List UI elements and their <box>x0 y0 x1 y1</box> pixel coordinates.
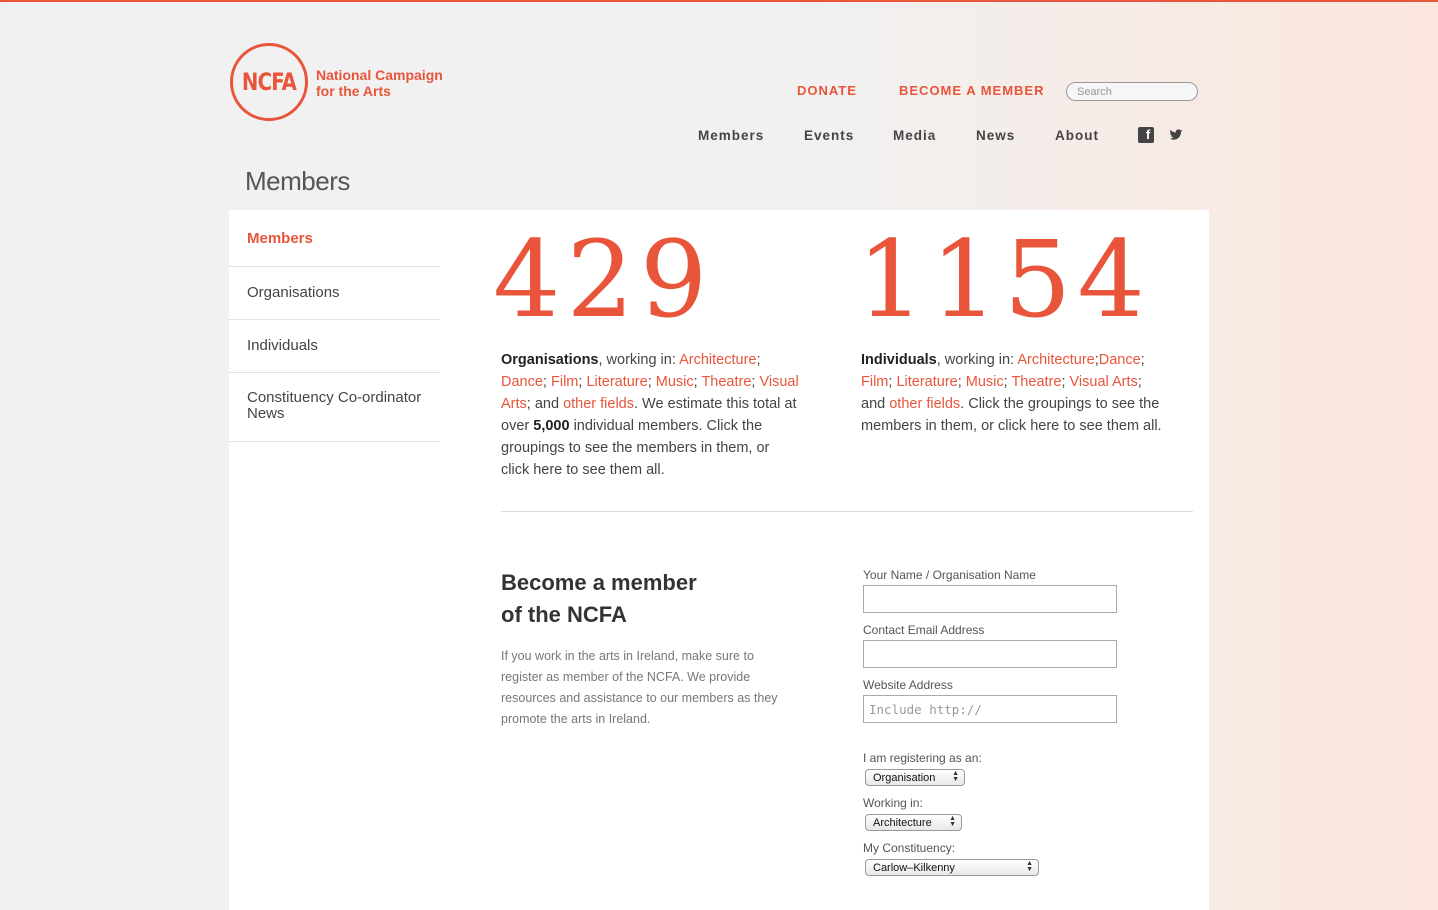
org-field-music[interactable]: Music <box>656 374 694 390</box>
email-field[interactable] <box>863 640 1117 668</box>
organisations-summary: Organisations, working in: Architecture;… <box>501 352 799 478</box>
select-arrows-icon: ▲ ▼ <box>1026 860 1033 873</box>
nav-members[interactable]: Members <box>698 128 764 143</box>
sidebar-item-individuals[interactable]: Individuals <box>229 320 440 373</box>
ind-other-fields[interactable]: other fields <box>889 396 960 412</box>
donate-link[interactable]: DONATE <box>797 83 857 98</box>
ind-field-film[interactable]: Film <box>861 374 888 390</box>
brand-name[interactable]: National Campaign for the Arts <box>316 67 476 99</box>
sidebar: Members Organisations Individuals Consti… <box>229 210 440 442</box>
individuals-label: Individuals <box>861 352 937 368</box>
sidebar-item-constituency-news[interactable]: Constituency Co-ordinator News <box>229 373 440 442</box>
working-in-select[interactable]: Architecture ▲ ▼ <box>865 814 962 831</box>
website-field[interactable] <box>863 695 1117 723</box>
ind-field-music[interactable]: Music <box>966 374 1004 390</box>
page-title: Members <box>245 166 350 196</box>
brand-name-line1: National Campaign <box>316 67 443 83</box>
name-field[interactable] <box>863 585 1117 613</box>
constituency-select[interactable]: Carlow–Kilkenny ▲ ▼ <box>865 859 1039 876</box>
organisations-count: 429 <box>493 218 714 341</box>
working-in-text: , working in: <box>936 352 1018 368</box>
ind-field-dance[interactable]: Dance <box>1099 352 1141 368</box>
ind-field-theatre[interactable]: Theatre <box>1011 374 1061 390</box>
org-field-theatre[interactable]: Theatre <box>701 374 751 390</box>
sidebar-item-members[interactable]: Members <box>229 210 440 267</box>
content-panel: Members Organisations Individuals Consti… <box>229 210 1209 910</box>
become-member-heading: Become a member of the NCFA <box>501 567 761 631</box>
sidebar-item-organisations[interactable]: Organisations <box>229 267 440 320</box>
select-arrows-icon: ▲ ▼ <box>952 770 959 783</box>
ind-field-literature[interactable]: Literature <box>896 374 957 390</box>
org-field-architecture[interactable]: Architecture <box>679 352 756 368</box>
section-divider <box>501 511 1193 512</box>
website-label: Website Address <box>863 678 953 692</box>
search-input[interactable] <box>1066 82 1198 101</box>
working-in-value: Architecture <box>873 816 932 829</box>
nav-events[interactable]: Events <box>804 128 854 143</box>
working-in-label: Working in: <box>863 796 923 810</box>
individuals-summary: Individuals, working in: Architecture;Da… <box>861 352 1162 434</box>
working-in-text: , working in: <box>598 352 680 368</box>
ind-field-architecture[interactable]: Architecture <box>1017 352 1094 368</box>
org-field-literature[interactable]: Literature <box>586 374 647 390</box>
nav-media[interactable]: Media <box>893 128 936 143</box>
email-label: Contact Email Address <box>863 623 985 637</box>
twitter-icon[interactable] <box>1168 127 1184 143</box>
ncfa-logo[interactable]: NCFA <box>230 43 308 121</box>
select-arrows-icon: ▲ ▼ <box>949 815 956 828</box>
nav-news[interactable]: News <box>976 128 1015 143</box>
logo-mark: NCFA <box>241 68 297 96</box>
constituency-label: My Constituency: <box>863 841 956 855</box>
name-label: Your Name / Organisation Name <box>863 568 1036 582</box>
org-other-fields[interactable]: other fields <box>563 396 634 412</box>
registering-value: Organisation <box>873 771 936 784</box>
brand-name-line2: for the Arts <box>316 83 391 99</box>
become-member-heading-line1: Become a member <box>501 570 697 595</box>
become-member-heading-line2: of the NCFA <box>501 602 627 627</box>
estimate-number: 5,000 <box>533 418 570 434</box>
nav-about[interactable]: About <box>1055 128 1099 143</box>
org-field-dance[interactable]: Dance <box>501 374 543 390</box>
become-member-description: If you work in the arts in Ireland, make… <box>501 649 778 726</box>
individuals-count: 1154 <box>857 218 1151 341</box>
facebook-icon[interactable]: f <box>1138 127 1154 143</box>
constituency-value: Carlow–Kilkenny <box>873 861 955 874</box>
and-text: ; and <box>526 396 564 412</box>
registering-select[interactable]: Organisation ▲ ▼ <box>865 769 965 786</box>
organisations-label: Organisations <box>501 352 599 368</box>
become-member-link[interactable]: BECOME A MEMBER <box>899 83 1044 98</box>
org-field-film[interactable]: Film <box>551 374 578 390</box>
ind-field-visual-arts[interactable]: Visual Arts <box>1070 374 1138 390</box>
top-accent-line <box>0 0 1438 2</box>
registering-label: I am registering as an: <box>863 751 982 765</box>
